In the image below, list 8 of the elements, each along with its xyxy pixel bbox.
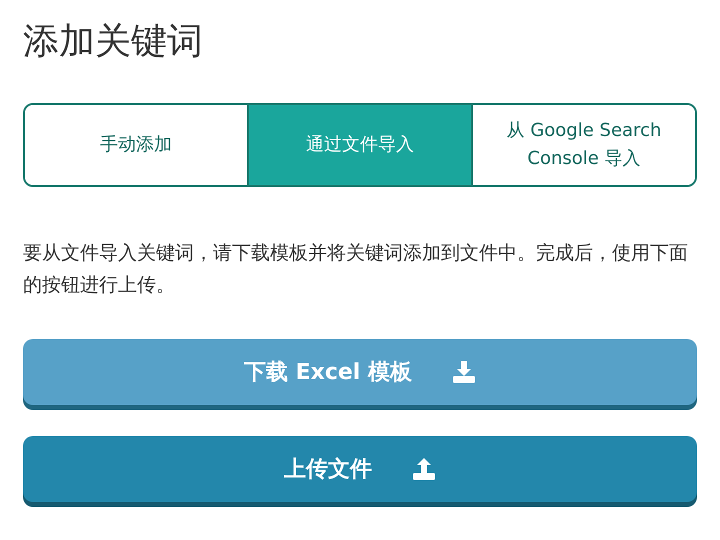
page-title: 添加关键词 [23, 20, 204, 64]
tab[interactable]: 通过文件导入 [247, 105, 471, 185]
upload-button[interactable]: 上传文件 [23, 436, 697, 502]
download-button[interactable]: 下载 Excel 模板 [23, 339, 697, 405]
upload-icon [412, 458, 436, 480]
download-icon [452, 361, 476, 383]
tab[interactable]: 从 Google Search Console 导入 [471, 105, 695, 185]
instructions-text: 要从文件导入关键词，请下载模板并将关键词添加到文件中。完成后，使用下面的按钮进行上传。 [23, 241, 689, 298]
